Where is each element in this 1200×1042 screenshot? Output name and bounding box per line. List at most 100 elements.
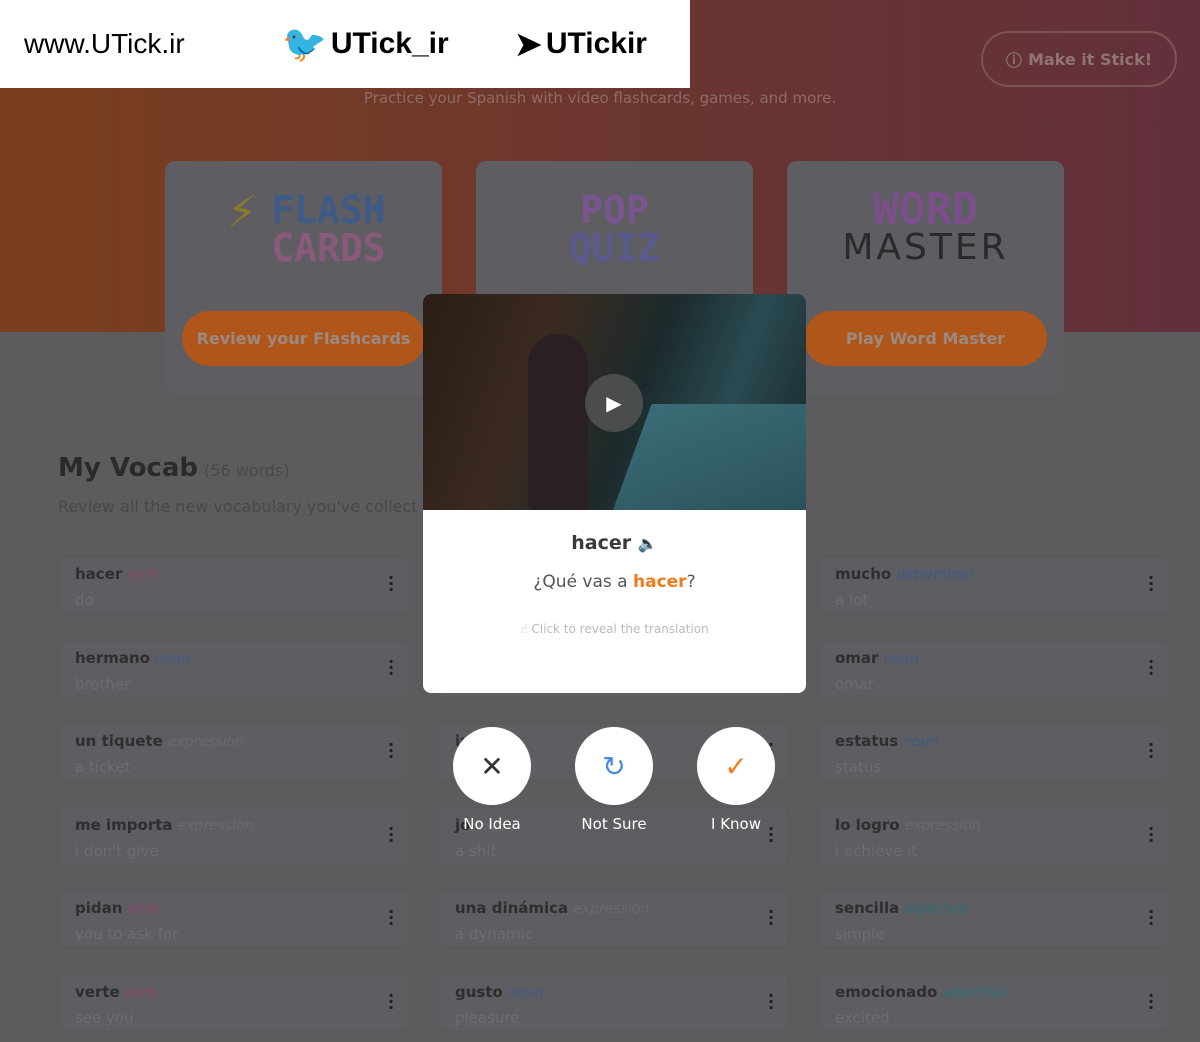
- vocab-row[interactable]: hermano noun brother · · ·: [58, 639, 409, 698]
- flashcards-logo: FLASH CARDS ⚡: [227, 181, 386, 270]
- vocab-count: (56 words): [204, 461, 290, 480]
- vocab-row[interactable]: sencilla adjective simple · · ·: [818, 890, 1169, 948]
- vocab-row[interactable]: verte verb see you · · ·: [58, 973, 409, 1032]
- part-of-speech: expression: [904, 817, 981, 834]
- vocab-row[interactable]: una dinámica expression a dynamic · · ·: [438, 890, 789, 948]
- more-options-icon[interactable]: ···: [1148, 820, 1154, 848]
- vocab-translation: simple: [835, 925, 885, 943]
- video-player[interactable]: ▶: [423, 294, 806, 510]
- vocab-translation: i achieve it: [835, 841, 918, 860]
- part-of-speech: verb: [127, 901, 159, 917]
- part-of-speech: verb: [124, 984, 157, 1001]
- vocab-row[interactable]: hacer verb do · · ·: [58, 556, 409, 614]
- more-options-icon[interactable]: ···: [388, 653, 394, 681]
- watermark-banner: www.UTick.ir 🐦 UTick_ir ➤ UTickir: [0, 0, 690, 88]
- part-of-speech: expression: [177, 817, 254, 834]
- part-of-speech: determiner: [896, 567, 975, 583]
- part-of-speech: noun: [903, 734, 939, 750]
- more-options-icon[interactable]: ···: [388, 737, 394, 765]
- vocab-translation: status: [835, 758, 882, 776]
- word-master-card: WORD MASTER Play Word Master: [787, 161, 1064, 396]
- vocab-translation: a ticket: [75, 758, 131, 776]
- play-word-master-button[interactable]: Play Word Master: [804, 311, 1047, 366]
- vocab-word: estatus noun: [835, 732, 939, 750]
- vocab-translation: brother: [75, 674, 131, 693]
- vocab-translation: a lot: [835, 591, 869, 609]
- watermark-telegram: ➤ UTickir: [515, 25, 647, 63]
- vocab-translation: you to ask for: [75, 925, 179, 943]
- vocab-word: pidan verb: [75, 899, 159, 917]
- no-idea-button[interactable]: ✕: [453, 727, 531, 805]
- vocab-row[interactable]: un tiquete expression a ticket · · ·: [58, 723, 409, 781]
- vocab-row[interactable]: me importa expression i don't give · · ·: [58, 806, 409, 865]
- more-options-icon[interactable]: ···: [768, 904, 774, 932]
- check-icon: ✓: [724, 749, 748, 783]
- vocab-word: mucho determiner: [835, 565, 975, 583]
- telegram-plane-icon: ➤: [515, 26, 542, 62]
- part-of-speech: expression: [167, 734, 244, 750]
- twitter-bird-icon: 🐦: [282, 23, 327, 64]
- vocab-heading: My Vocab (56 words): [58, 453, 290, 483]
- more-options-icon[interactable]: ···: [1148, 570, 1154, 598]
- i-know-button[interactable]: ✓: [697, 727, 775, 805]
- more-options-icon[interactable]: ···: [388, 570, 394, 598]
- vocab-translation: pleasure: [455, 1008, 520, 1027]
- vocab-word: gusto noun: [455, 982, 544, 1001]
- reveal-translation[interactable]: ☝ Click to reveal the translation: [423, 622, 806, 636]
- more-options-icon[interactable]: ···: [388, 987, 394, 1015]
- flashcard-sentence: ¿Qué vas a hacer?: [533, 572, 696, 592]
- more-options-icon[interactable]: ···: [768, 987, 774, 1015]
- vocab-translation: a dynamic: [455, 925, 534, 943]
- part-of-speech: expression: [573, 901, 650, 917]
- part-of-speech: adjective: [942, 984, 1007, 1001]
- make-it-stick-label: Make it Stick!: [1027, 49, 1153, 69]
- vocab-word: emocionado adjective: [835, 982, 1007, 1001]
- twitter-handle: UTick_ir: [330, 27, 449, 60]
- part-of-speech: verb: [127, 567, 159, 583]
- speaker-icon[interactable]: 🔈: [638, 534, 658, 553]
- vocab-word: verte verb: [75, 982, 157, 1001]
- more-options-icon[interactable]: ···: [388, 820, 394, 848]
- not-sure-button[interactable]: ↻: [575, 727, 653, 805]
- part-of-speech: adjective: [904, 901, 969, 917]
- video-frame-person: [528, 334, 588, 510]
- more-options-icon[interactable]: ···: [1148, 737, 1154, 765]
- part-of-speech: noun: [883, 650, 919, 667]
- flashcards-card: FLASH CARDS ⚡ Review your Flashcards: [165, 161, 442, 396]
- vocab-row[interactable]: mucho determiner a lot · · ·: [818, 556, 1169, 614]
- part-of-speech: noun: [155, 650, 191, 667]
- vocab-translation: see you: [75, 1008, 134, 1027]
- vocab-row[interactable]: omar noun omar · · ·: [818, 639, 1169, 698]
- vocab-translation: omar: [835, 674, 875, 693]
- review-flashcards-button[interactable]: Review your Flashcards: [182, 311, 425, 366]
- more-options-icon[interactable]: ···: [388, 904, 394, 932]
- lightning-icon: ⚡: [227, 181, 258, 239]
- word-master-logo: WORD MASTER: [842, 184, 1009, 268]
- refresh-icon: ↻: [602, 749, 626, 783]
- pop-quiz-logo: POP QUIZ: [568, 188, 661, 270]
- no-idea-label: No Idea: [463, 815, 521, 833]
- flashcard-modal: ▶ hacer 🔈 ¿Qué vas a hacer? ☝ Click to r…: [423, 294, 806, 693]
- vocab-row[interactable]: gusto noun pleasure · · ·: [438, 973, 789, 1032]
- info-icon: ⓘ: [1005, 51, 1022, 70]
- vocab-translation: do: [75, 591, 94, 609]
- make-it-stick-button[interactable]: ⓘ Make it Stick!: [981, 31, 1177, 87]
- vocab-row[interactable]: emocionado adjective excited · · ·: [818, 973, 1169, 1032]
- more-options-icon[interactable]: ···: [1148, 653, 1154, 681]
- vocab-word: sencilla adjective: [835, 899, 969, 917]
- more-options-icon[interactable]: ···: [1148, 904, 1154, 932]
- vocab-word: lo logro expression: [835, 815, 981, 834]
- page-subtitle: Practice your Spanish with video flashca…: [363, 89, 837, 107]
- flashcard-word: hacer 🔈: [571, 532, 658, 554]
- more-options-icon[interactable]: ···: [1148, 987, 1154, 1015]
- vocab-word: hacer verb: [75, 565, 159, 583]
- vocab-translation: a shit: [455, 841, 497, 860]
- vocab-word: me importa expression: [75, 815, 254, 834]
- vocab-row[interactable]: lo logro expression i achieve it · · ·: [818, 806, 1169, 865]
- play-icon[interactable]: ▶: [585, 374, 643, 432]
- vocab-row[interactable]: pidan verb you to ask for · · ·: [58, 890, 409, 948]
- vocab-word: omar noun: [835, 648, 919, 667]
- vocab-row[interactable]: estatus noun status · · ·: [818, 723, 1169, 781]
- i-know-label: I Know: [711, 815, 761, 833]
- vocab-description: Review all the new vocabulary you've col…: [58, 497, 418, 516]
